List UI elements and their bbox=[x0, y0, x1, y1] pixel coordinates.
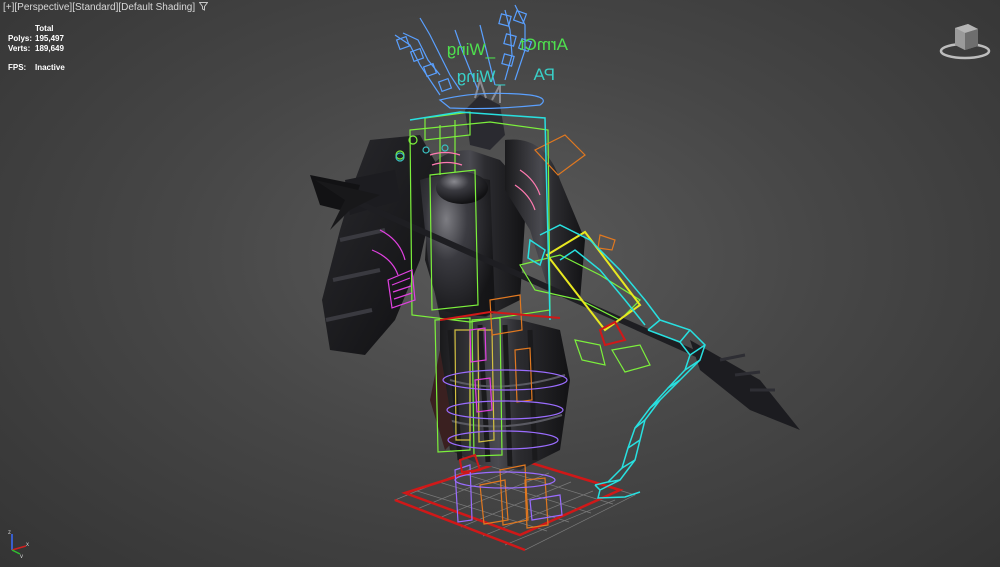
scene-render[interactable]: ArmCt _Wing PA _Wing bbox=[0, 0, 1000, 567]
name-tag-wing-1: _Wing bbox=[447, 40, 496, 59]
perspective-viewport[interactable]: [+][Perspective][Standard][Default Shadi… bbox=[0, 0, 1000, 567]
viewcube-icon[interactable] bbox=[938, 18, 992, 62]
name-tag-armctrl: ArmCt bbox=[520, 35, 568, 54]
character-body bbox=[420, 76, 585, 470]
name-tag-wing-2: _Wing bbox=[457, 67, 506, 86]
svg-text:z: z bbox=[8, 530, 11, 536]
bone-name-tags: ArmCt _Wing PA _Wing bbox=[447, 35, 568, 86]
character-cape bbox=[322, 135, 440, 355]
svg-text:x: x bbox=[26, 542, 29, 548]
axis-tripod-icon: z x y bbox=[4, 528, 34, 560]
svg-text:y: y bbox=[20, 554, 23, 558]
name-tag-pa: PA bbox=[533, 65, 555, 84]
